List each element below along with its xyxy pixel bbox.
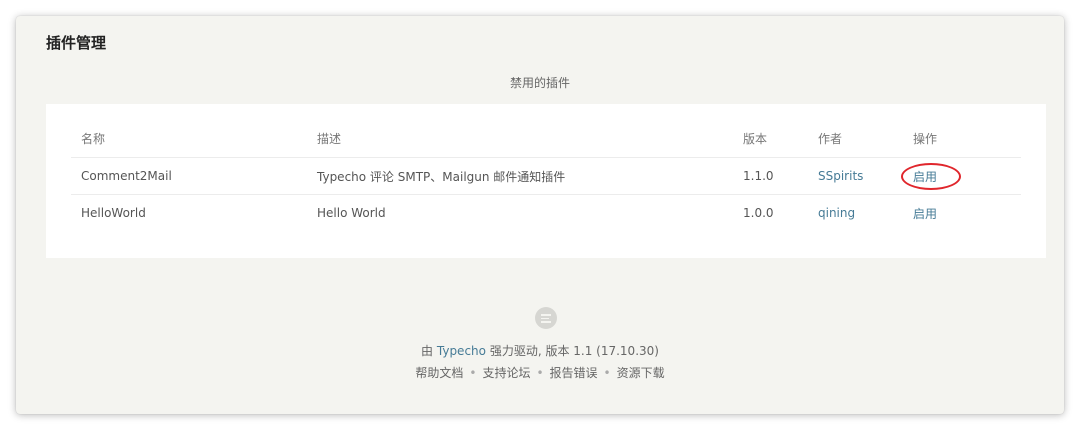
powered-by-prefix: 由 bbox=[421, 344, 434, 358]
column-header-action: 操作 bbox=[903, 120, 1021, 158]
column-header-version: 版本 bbox=[733, 120, 808, 158]
resource-download-link[interactable]: 资源下载 bbox=[617, 366, 665, 380]
column-header-name: 名称 bbox=[71, 120, 307, 158]
plugin-author-link[interactable]: SSpirits bbox=[818, 169, 863, 183]
typecho-link[interactable]: Typecho bbox=[437, 344, 486, 358]
support-forum-link[interactable]: 支持论坛 bbox=[482, 366, 530, 380]
table-row: HelloWorld Hello World 1.0.0 qining 启用 bbox=[71, 195, 1021, 232]
column-header-author: 作者 bbox=[808, 120, 903, 158]
plugin-description: Hello World bbox=[317, 206, 386, 220]
table-header-row: 名称 描述 版本 作者 操作 bbox=[71, 120, 1021, 158]
page-title: 插件管理 bbox=[46, 34, 107, 52]
admin-window: 插件管理 禁用的插件 名称 描述 版本 作者 操作 Comment2Mail T… bbox=[16, 16, 1064, 414]
powered-by-line: 由 Typecho 强力驱动, 版本 1.1 (17.10.30) bbox=[16, 342, 1064, 359]
section-title: 禁用的插件 bbox=[509, 76, 570, 90]
separator: • bbox=[603, 366, 611, 380]
plugin-version: 1.0.0 bbox=[743, 206, 774, 220]
footer-links: 帮助文档 • 支持论坛 • 报告错误 • 资源下载 bbox=[16, 364, 1064, 381]
report-bug-link[interactable]: 报告错误 bbox=[550, 366, 598, 380]
column-header-description: 描述 bbox=[307, 120, 733, 158]
enable-plugin-link[interactable]: 启用 bbox=[913, 207, 937, 221]
plugin-name: Comment2Mail bbox=[71, 157, 307, 195]
separator: • bbox=[536, 366, 544, 380]
plugin-author-link[interactable]: qining bbox=[818, 206, 855, 220]
enable-plugin-link[interactable]: 启用 bbox=[913, 170, 937, 184]
version-info: 强力驱动, 版本 1.1 (17.10.30) bbox=[489, 344, 659, 358]
table-row: Comment2Mail Typecho 评论 SMTP、Mailgun 邮件通… bbox=[71, 157, 1021, 195]
plugin-description: Typecho 评论 SMTP、Mailgun 邮件通知插件 bbox=[307, 157, 733, 195]
plugin-panel: 名称 描述 版本 作者 操作 Comment2Mail Typecho 评论 S… bbox=[46, 104, 1046, 258]
plugin-version: 1.1.0 bbox=[733, 157, 808, 195]
typecho-logo-icon[interactable] bbox=[535, 307, 557, 329]
help-docs-link[interactable]: 帮助文档 bbox=[415, 366, 463, 380]
plugin-name: HelloWorld bbox=[81, 206, 146, 220]
plugin-table: 名称 描述 版本 作者 操作 Comment2Mail Typecho 评论 S… bbox=[71, 120, 1021, 231]
separator: • bbox=[469, 366, 477, 380]
